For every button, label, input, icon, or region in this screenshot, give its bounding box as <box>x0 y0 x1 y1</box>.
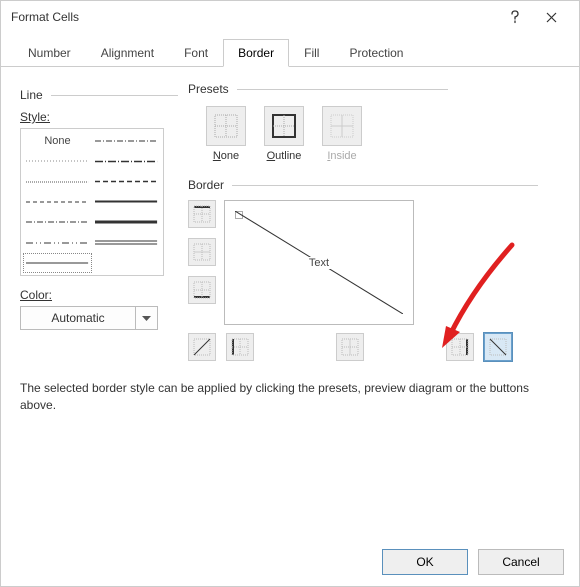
line-group-label: Line <box>20 88 43 102</box>
line-style-option[interactable] <box>23 232 92 252</box>
tab-fill[interactable]: Fill <box>289 39 334 66</box>
border-bottom-button[interactable] <box>188 276 216 304</box>
presets-group: Presets None Outline Inside <box>188 82 448 162</box>
presets-group-label: Presets <box>188 82 229 96</box>
line-style-option[interactable] <box>23 172 92 192</box>
line-style-picker[interactable]: None <box>20 128 164 276</box>
line-group: Line Style: None Color: Automatic <box>20 88 178 330</box>
preset-none-label: None <box>213 150 239 162</box>
tab-number[interactable]: Number <box>13 39 86 66</box>
border-left-button[interactable] <box>226 333 254 361</box>
hint-text: The selected border style can be applied… <box>20 380 550 414</box>
line-style-none[interactable]: None <box>23 131 92 151</box>
preview-text: Text <box>305 257 333 269</box>
ok-button[interactable]: OK <box>382 549 468 575</box>
close-icon[interactable] <box>533 3 569 31</box>
preset-outline-label: Outline <box>267 150 302 162</box>
border-middle-h-button[interactable] <box>188 238 216 266</box>
line-style-option[interactable] <box>92 172 161 192</box>
border-middle-v-button[interactable] <box>336 333 364 361</box>
border-group: Border Text <box>188 178 538 361</box>
line-style-option[interactable] <box>92 212 161 232</box>
color-label: Color: <box>20 288 52 302</box>
preset-inside-label: Inside <box>327 150 356 162</box>
titlebar: Format Cells <box>1 1 579 33</box>
line-style-option[interactable] <box>92 253 161 273</box>
border-preview[interactable]: Text <box>224 200 414 325</box>
tab-bar: Number Alignment Font Border Fill Protec… <box>1 39 579 67</box>
line-style-option[interactable] <box>23 151 92 171</box>
divider <box>51 95 178 96</box>
border-diag-up-button[interactable] <box>188 333 216 361</box>
color-value: Automatic <box>21 311 135 325</box>
border-diag-down-button[interactable] <box>484 333 512 361</box>
dialog-title: Format Cells <box>11 10 497 24</box>
border-top-button[interactable] <box>188 200 216 228</box>
border-right-button[interactable] <box>446 333 474 361</box>
tab-alignment[interactable]: Alignment <box>86 39 169 66</box>
line-style-option-selected[interactable] <box>23 253 92 273</box>
color-dropdown[interactable]: Automatic <box>20 306 158 330</box>
divider <box>232 185 538 186</box>
style-label: Style: <box>20 110 178 124</box>
line-style-option[interactable] <box>23 192 92 212</box>
line-style-option[interactable] <box>92 232 161 252</box>
divider <box>237 89 448 90</box>
tab-protection[interactable]: Protection <box>334 39 418 66</box>
cancel-button[interactable]: Cancel <box>478 549 564 575</box>
tab-border[interactable]: Border <box>223 39 289 67</box>
line-style-option[interactable] <box>92 192 161 212</box>
tab-font[interactable]: Font <box>169 39 223 66</box>
chevron-down-icon <box>135 307 157 329</box>
preset-outline-button[interactable] <box>264 106 304 146</box>
line-style-option[interactable] <box>92 151 161 171</box>
preset-none-button[interactable] <box>206 106 246 146</box>
preset-inside-button[interactable] <box>322 106 362 146</box>
line-style-option[interactable] <box>92 131 161 151</box>
line-style-option[interactable] <box>23 212 92 232</box>
border-group-label: Border <box>188 178 224 192</box>
help-icon[interactable] <box>497 3 533 31</box>
